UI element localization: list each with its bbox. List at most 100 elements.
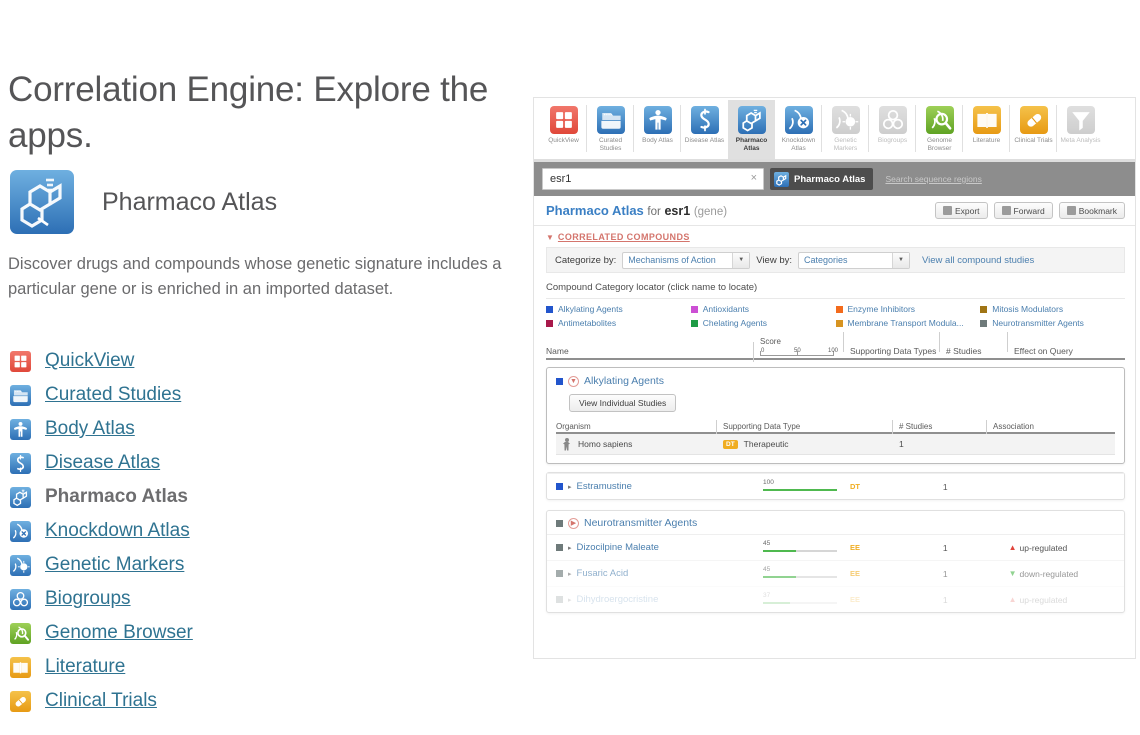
app-link-disease-atlas[interactable]: Disease Atlas — [10, 446, 370, 480]
legend-label[interactable]: Mitosis Modulators — [992, 304, 1063, 314]
legend-label[interactable]: Neurotransmitter Agents — [992, 318, 1084, 328]
legend-label[interactable]: Alkylating Agents — [558, 304, 623, 314]
switcher-item-label: Disease Atlas — [683, 137, 727, 145]
app-link-literature[interactable]: Literature — [10, 650, 370, 684]
forward-button[interactable]: Forward — [994, 202, 1053, 219]
bookmark-button[interactable]: Bookmark — [1059, 202, 1125, 219]
locator-legend-item[interactable]: Chelating Agents — [691, 318, 836, 328]
app-link-knockdown-atlas[interactable]: Knockdown Atlas — [10, 514, 370, 548]
group-header[interactable]: ▼ Alkylating Agents — [556, 375, 1115, 387]
cell-name[interactable]: ▸ Estramustine — [556, 481, 763, 492]
app-link-list: QuickView Curated Studies Body Atlas Diseas… — [10, 344, 370, 718]
group-name[interactable]: Neurotransmitter Agents — [584, 517, 697, 529]
expand-group-icon[interactable]: ▶ — [568, 518, 579, 529]
locator-legend-item[interactable]: Neurotransmitter Agents — [980, 318, 1125, 328]
switcher-item-quickview[interactable]: QuickView — [540, 100, 587, 159]
switcher-item-disease-atlas[interactable]: Disease Atlas — [681, 100, 728, 159]
search-input[interactable]: esr1 × — [542, 168, 764, 190]
cell-supporting-data-types: EE — [850, 595, 943, 604]
app-link-quickview[interactable]: QuickView — [10, 344, 370, 378]
switcher-item-pharmaco-atlas[interactable]: Pharmaco Atlas — [728, 100, 775, 159]
app-link-label[interactable]: Curated Studies — [45, 384, 181, 406]
group-header[interactable]: ▶ Neurotransmitter Agents — [547, 517, 1124, 534]
compound-row[interactable]: ▸Fusaric Acid45EE1▼down-regulated — [547, 560, 1124, 586]
effect-label: up-regulated — [1020, 543, 1068, 553]
cell-num-studies: 1 — [899, 439, 993, 449]
view-by-select[interactable]: Categories ▼ — [798, 252, 910, 269]
locator-legend-item[interactable]: Enzyme Inhibitors — [836, 304, 981, 314]
locator-legend-item[interactable]: Mitosis Modulators — [980, 304, 1125, 314]
export-button[interactable]: Export — [935, 202, 988, 219]
button-label: Forward — [1014, 206, 1045, 216]
clear-search-icon[interactable]: × — [751, 172, 757, 184]
locator-legend-item[interactable]: Alkylating Agents — [546, 304, 691, 314]
app-link-genetic-markers[interactable]: Genetic Markers — [10, 548, 370, 582]
app-link-curated-studies[interactable]: Curated Studies — [10, 378, 370, 412]
switcher-item-biogroups[interactable]: Biogroups — [869, 100, 916, 159]
column-header-score: Score 0 50 100 — [760, 356, 850, 358]
legend-label[interactable]: Antioxidants — [703, 304, 749, 314]
search-scope-button[interactable]: Pharmaco Atlas — [770, 168, 873, 190]
expand-compound-icon[interactable]: ▸ — [568, 544, 572, 552]
switcher-item-genome-browser[interactable]: Genome Browser — [916, 100, 963, 159]
app-link-label[interactable]: Knockdown Atlas — [45, 520, 190, 542]
switcher-item-label: Curated Studies — [589, 137, 633, 153]
locator-legend-item[interactable]: Antimetabolites — [546, 318, 691, 328]
compound-name[interactable]: Dihydroergocristine — [577, 594, 659, 605]
pharmaco-atlas-icon — [738, 106, 766, 134]
correlated-compounds-header[interactable]: ▼ CORRELATED COMPOUNDS — [546, 232, 1125, 242]
view-all-compound-studies-link[interactable]: View all compound studies — [922, 255, 1034, 266]
score-axis: Score 0 50 100 — [760, 337, 842, 357]
compound-name[interactable]: Dizocilpine Maleate — [577, 542, 659, 553]
clinical-trials-icon — [10, 691, 31, 712]
locator-legend-item[interactable]: Membrane Transport Modula... — [836, 318, 981, 328]
view-by-label: View by: — [756, 255, 792, 266]
legend-label[interactable]: Chelating Agents — [703, 318, 767, 328]
compound-name[interactable]: Fusaric Acid — [577, 568, 629, 579]
switcher-item-genetic-markers[interactable]: Genetic Markers — [822, 100, 869, 159]
collapse-group-icon[interactable]: ▼ — [568, 376, 579, 387]
app-link-biogroups[interactable]: Biogroups — [10, 582, 370, 616]
legend-label[interactable]: Antimetabolites — [558, 318, 616, 328]
switcher-item-clinical-trials[interactable]: Clinical Trials — [1010, 100, 1057, 159]
switcher-item-knockdown-atlas[interactable]: Knockdown Atlas — [775, 100, 822, 159]
legend-label[interactable]: Enzyme Inhibitors — [848, 304, 916, 314]
switcher-item-curated-studies[interactable]: Curated Studies — [587, 100, 634, 159]
search-sequence-regions-link[interactable]: Search sequence regions — [885, 174, 981, 184]
cell-name[interactable]: ▸ Dizocilpine Maleate — [556, 542, 763, 553]
switcher-item-literature[interactable]: Literature — [963, 100, 1010, 159]
switcher-item-body-atlas[interactable]: Body Atlas — [634, 100, 681, 159]
compound-row[interactable]: ▸Dizocilpine Maleate45EE1▲up-regulated — [547, 534, 1124, 560]
app-link-label[interactable]: Clinical Trials — [45, 690, 157, 712]
expand-compound-icon[interactable]: ▸ — [568, 596, 572, 604]
app-link-label[interactable]: Genome Browser — [45, 622, 193, 644]
switcher-item-meta-analysis[interactable]: Meta Analysis — [1057, 100, 1104, 159]
locator-legend-item[interactable]: Antioxidants — [691, 304, 836, 314]
app-link-label[interactable]: QuickView — [45, 350, 134, 372]
categorize-by-select[interactable]: Mechanisms of Action ▼ — [622, 252, 750, 269]
correlated-compounds-title[interactable]: CORRELATED COMPOUNDS — [558, 232, 690, 242]
app-link-clinical-trials[interactable]: Clinical Trials — [10, 684, 370, 718]
app-link-body-atlas[interactable]: Body Atlas — [10, 412, 370, 446]
legend-color-swatch — [980, 306, 987, 313]
app-link-label[interactable]: Literature — [45, 656, 125, 678]
expand-compound-icon[interactable]: ▸ — [568, 483, 572, 491]
score-value: 45 — [763, 540, 770, 547]
cell-score: 100 — [763, 479, 850, 495]
app-link-label[interactable]: Genetic Markers — [45, 554, 184, 576]
app-link-label[interactable]: Biogroups — [45, 588, 131, 610]
cell-name[interactable]: ▸ Dihydroergocristine — [556, 594, 763, 605]
legend-label[interactable]: Membrane Transport Modula... — [848, 318, 964, 328]
expand-compound-icon[interactable]: ▸ — [568, 570, 572, 578]
cell-name[interactable]: ▸ Fusaric Acid — [556, 568, 763, 579]
compound-row[interactable]: ▸Estramustine100DT1 — [547, 473, 1124, 499]
view-individual-studies-button[interactable]: View Individual Studies — [569, 394, 676, 412]
app-link-label[interactable]: Disease Atlas — [45, 452, 160, 474]
app-link-label[interactable]: Body Atlas — [45, 418, 135, 440]
compound-name[interactable]: Estramustine — [577, 481, 632, 492]
score-value: 37 — [763, 592, 770, 599]
disease-atlas-icon — [691, 106, 719, 134]
group-name[interactable]: Alkylating Agents — [584, 375, 664, 387]
compound-row[interactable]: ▸Dihydroergocristine37EE1▲up-regulated — [547, 586, 1124, 612]
app-link-genome-browser[interactable]: Genome Browser — [10, 616, 370, 650]
